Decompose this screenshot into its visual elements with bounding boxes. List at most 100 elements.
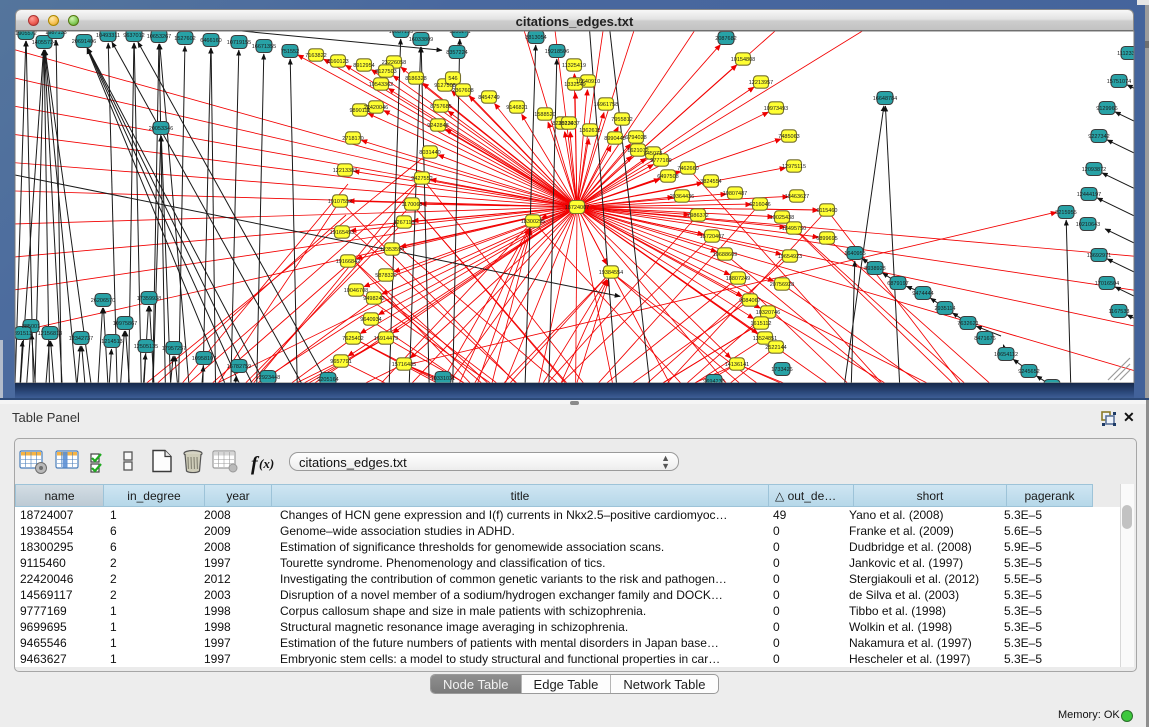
svg-text:6497508: 6497508 [657,174,678,180]
svg-text:11325419: 11325419 [562,63,586,69]
svg-text:9245652: 9245652 [1018,369,1039,375]
svg-text:1527602: 1527602 [174,36,195,42]
svg-text:20756928: 20756928 [770,282,794,288]
svg-text:8215955: 8215955 [1055,210,1076,216]
svg-text:7955812: 7955812 [611,117,632,123]
svg-text:7625402: 7625402 [342,336,363,342]
svg-text:10719155: 10719155 [227,40,251,46]
svg-text:645073: 645073 [644,151,662,157]
svg-text:7986372: 7986372 [687,213,708,219]
svg-text:1615112: 1615112 [750,321,771,327]
svg-text:23226058: 23226058 [382,60,406,66]
svg-text:6216046: 6216046 [749,202,770,208]
svg-text:7462660: 7462660 [677,166,698,172]
svg-text:10493311: 10493311 [96,33,120,39]
svg-text:15751074: 15751074 [1107,79,1131,85]
svg-text:17957257: 17957257 [162,346,186,352]
svg-text:7485063: 7485063 [778,134,799,140]
svg-text:17359938: 17359938 [137,296,161,302]
svg-text:10653267: 10653267 [147,34,171,40]
svg-text:391513: 391513 [14,331,32,337]
svg-text:9777169: 9777169 [650,158,671,164]
svg-text:10210643: 10210643 [1076,222,1100,228]
svg-text:2087682: 2087682 [715,36,736,42]
svg-text:12444197: 12444197 [1077,192,1101,198]
svg-text:8757685: 8757685 [430,104,451,110]
svg-text:13692971: 13692971 [1087,253,1111,259]
svg-text:10807487: 10807487 [723,191,747,197]
svg-text:17016504: 17016504 [1095,281,1119,287]
svg-text:16648784: 16648784 [873,96,897,102]
svg-text:1362615: 1362615 [579,128,600,134]
svg-text:1214513: 1214513 [101,339,122,345]
svg-text:18300295: 18300295 [521,219,545,225]
svg-text:5878320: 5878320 [375,273,396,279]
svg-text:9640934: 9640934 [360,317,381,323]
svg-text:10958107: 10958107 [192,356,216,362]
svg-text:10975867: 10975867 [113,321,137,327]
svg-text:16671355: 16671355 [252,44,276,50]
svg-text:8471676: 8471676 [974,336,995,342]
svg-text:(x): (x) [259,456,274,471]
svg-text:12353594: 12353594 [380,247,404,253]
svg-text:6466160: 6466160 [200,38,221,44]
svg-text:546: 546 [448,76,457,82]
svg-text:18463627: 18463627 [785,194,809,200]
svg-text:9498242: 9498242 [363,296,384,302]
svg-text:26206570: 26206570 [91,298,115,304]
svg-text:8938928: 8938928 [864,266,885,272]
svg-text:1640955: 1640955 [844,251,865,257]
svg-text:10654112: 10654112 [994,352,1018,358]
svg-text:8160123: 8160123 [327,59,348,65]
svg-text:885001: 885001 [22,324,40,330]
svg-text:9637012: 9637012 [123,33,144,39]
svg-text:2718170: 2718170 [342,136,363,142]
svg-text:20364436: 20364436 [670,194,694,200]
svg-text:16961758: 16961758 [594,102,618,108]
svg-text:15720407: 15720407 [700,234,724,240]
svg-text:8031440: 8031440 [419,150,440,156]
svg-text:1167533: 1167533 [1108,309,1129,315]
svg-text:1170068: 1170068 [401,202,422,208]
svg-text:13524851: 13524851 [753,336,777,342]
svg-text:10688609: 10688609 [713,252,737,258]
svg-text:10046708: 10046708 [344,288,368,294]
svg-text:10973493: 10973493 [764,106,788,112]
svg-text:3822037: 3822037 [558,121,579,127]
svg-text:1588520: 1588520 [534,112,555,118]
svg-text:9657791: 9657791 [330,359,351,365]
svg-text:10025438: 10025438 [770,215,794,221]
svg-text:19384554: 19384554 [599,270,623,276]
svg-text:14055724: 14055724 [32,40,56,46]
svg-text:8990448: 8990448 [604,136,625,142]
svg-text:20691406: 20691406 [72,39,96,45]
svg-text:6794028: 6794028 [625,135,646,141]
svg-text:12505135: 12505135 [134,344,158,350]
svg-text:20053346: 20053346 [149,126,173,132]
svg-text:9427552: 9427552 [411,176,432,182]
svg-text:15716485: 15716485 [392,362,416,368]
svg-text:18807249: 18807249 [726,276,750,282]
svg-text:9227342: 9227342 [1088,134,1109,140]
svg-text:9890112: 9890112 [349,108,370,114]
svg-text:10107552: 10107552 [328,199,352,205]
svg-text:3824554: 3824554 [700,179,721,185]
svg-text:12213957: 12213957 [749,80,773,86]
svg-text:19166842: 19166842 [336,259,360,265]
svg-text:9129966: 9129966 [1096,106,1117,112]
svg-text:2367608: 2367608 [452,88,473,94]
svg-text:12975115: 12975115 [782,164,806,170]
svg-text:8912954: 8912954 [353,63,374,69]
svg-text:751552: 751552 [281,49,299,55]
svg-text:11123371: 11123371 [1117,51,1141,57]
svg-text:18724007: 18724007 [565,205,589,211]
svg-text:10331031: 10331031 [431,376,455,382]
svg-text:10154808: 10154808 [731,57,755,63]
svg-text:16914479: 16914479 [374,336,398,342]
svg-text:14136141: 14136141 [725,362,749,368]
svg-text:9242848: 9242848 [427,123,448,129]
svg-text:1905572: 1905572 [15,31,36,37]
svg-text:2522144: 2522144 [765,345,786,351]
svg-text:10543362: 10543362 [369,82,393,88]
svg-text:16033809: 16033809 [409,37,433,43]
